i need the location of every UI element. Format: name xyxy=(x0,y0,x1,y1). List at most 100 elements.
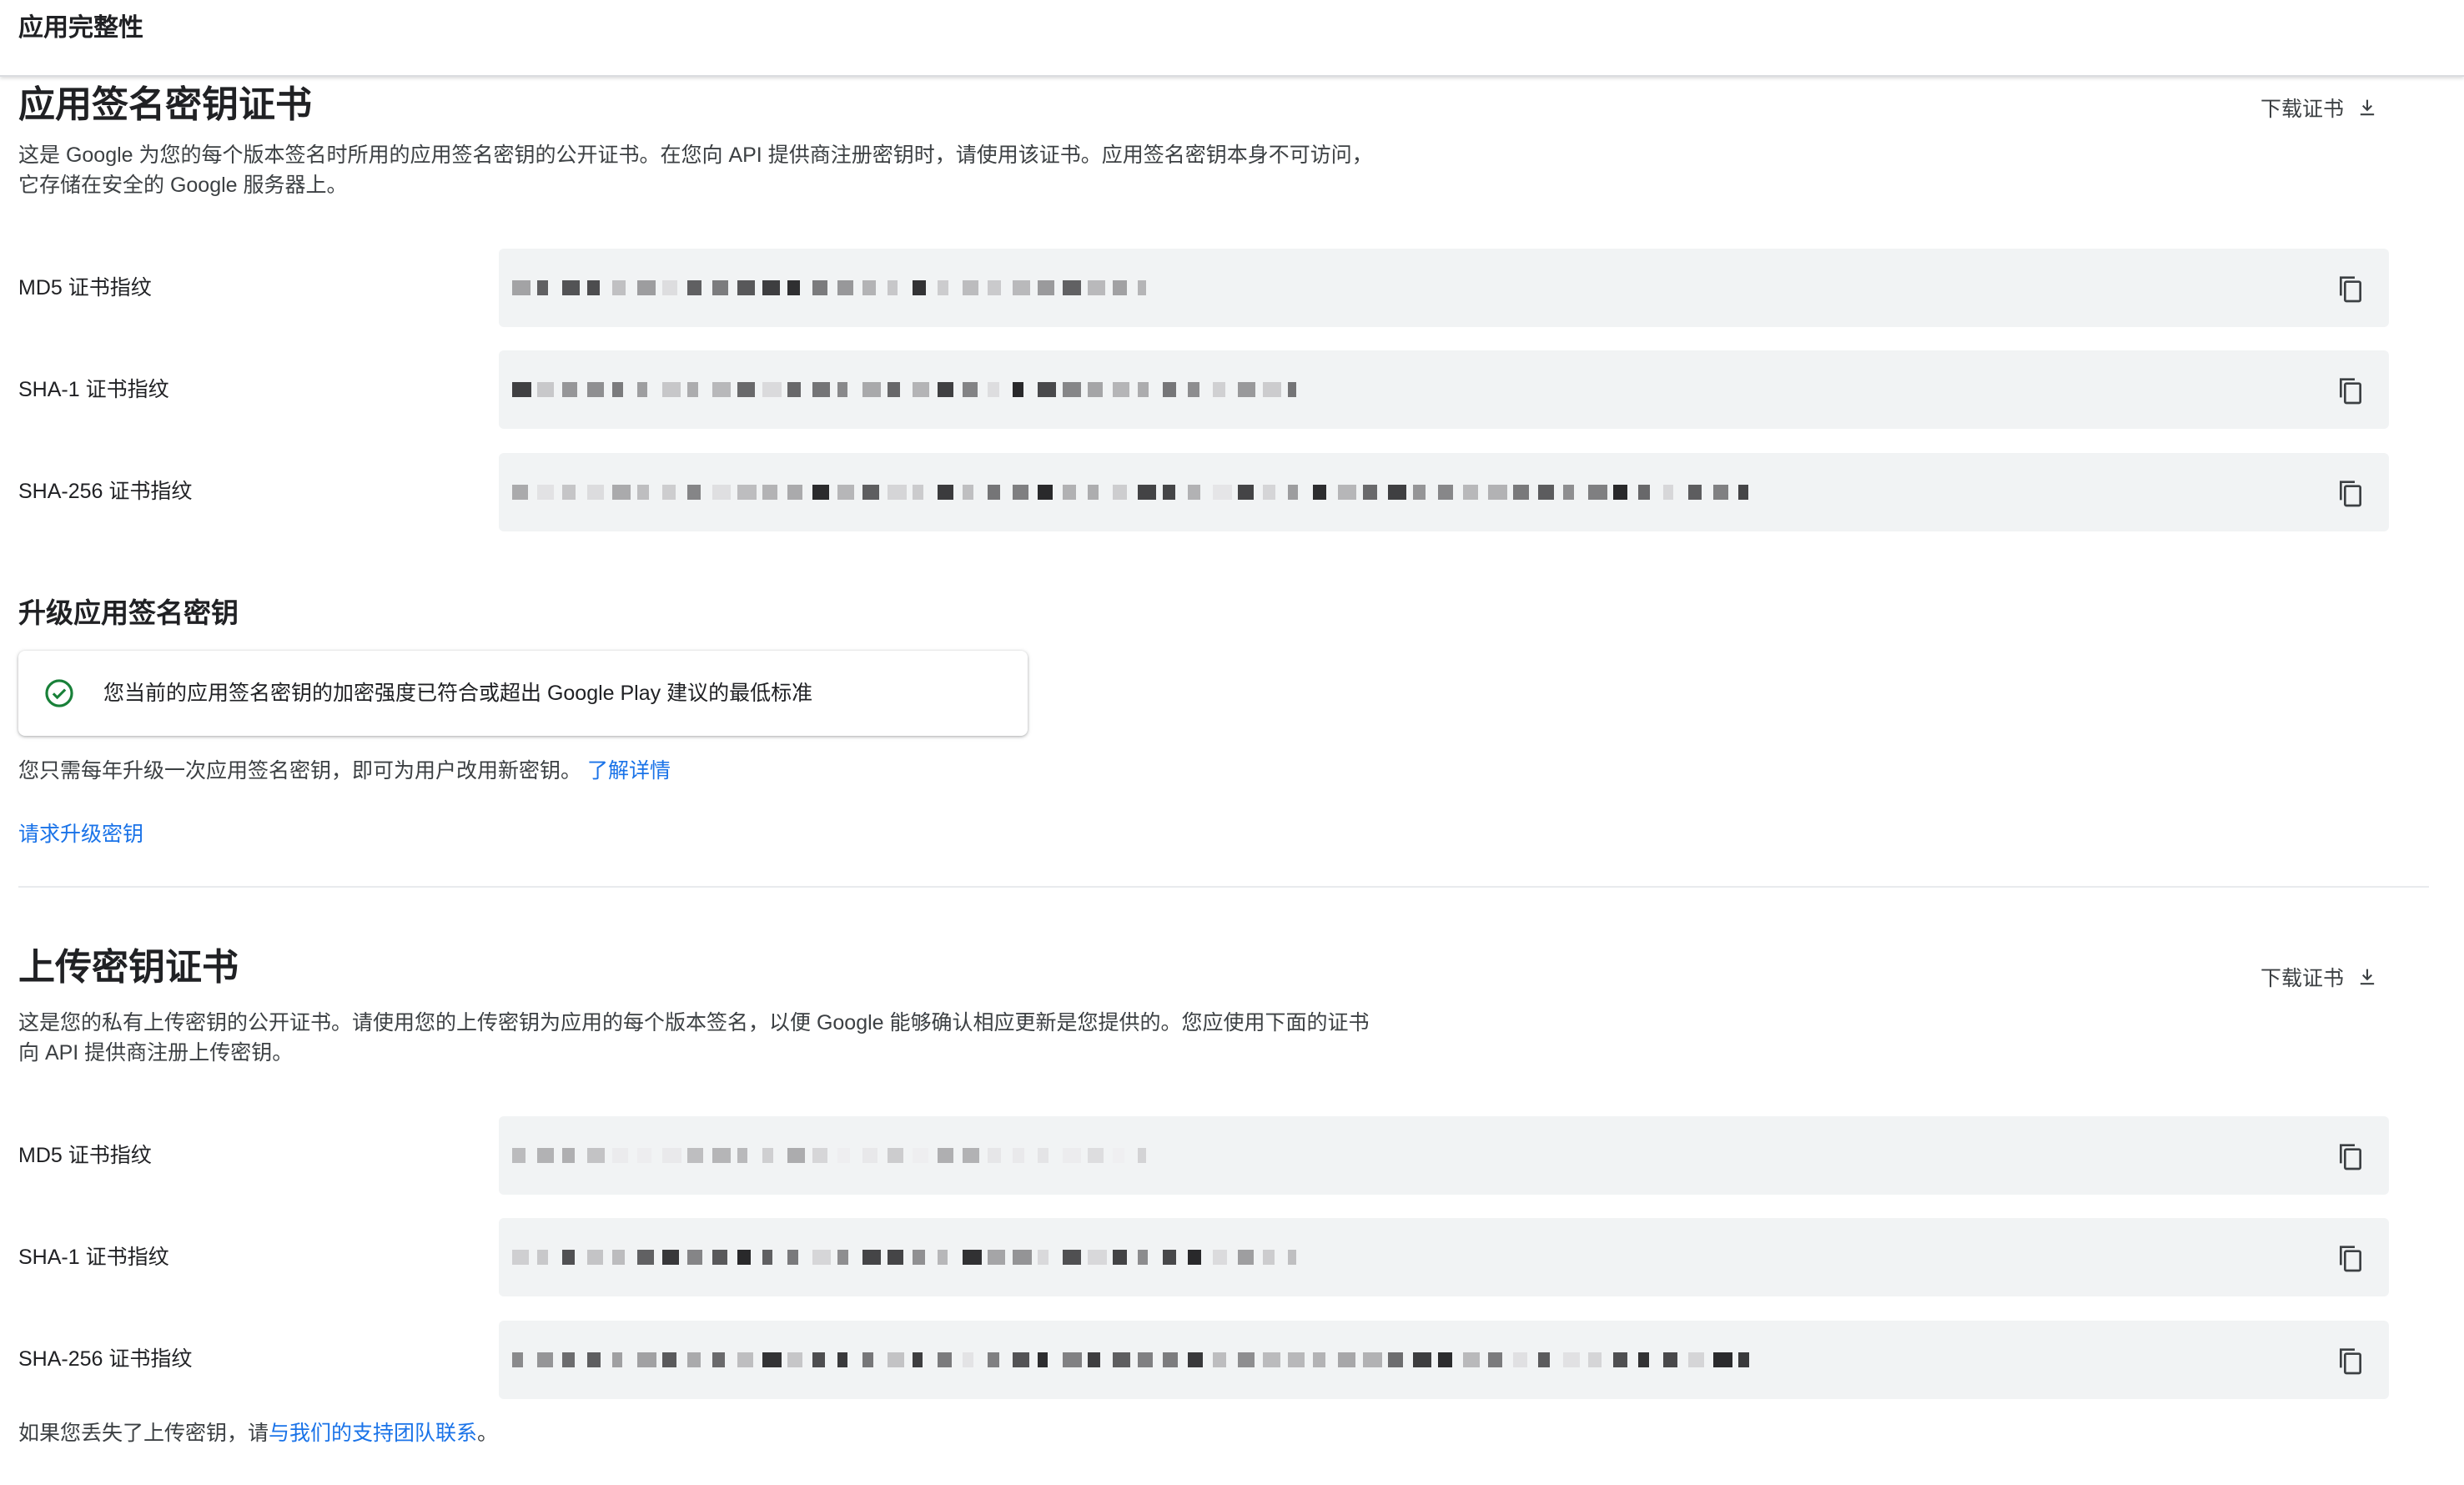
redaction-block xyxy=(562,1250,575,1265)
upgrade-info-text: 您只需每年升级一次应用签名密钥，即可为用户改用新密钥。 xyxy=(18,759,582,783)
download-icon xyxy=(2360,99,2375,116)
redaction-block xyxy=(1063,485,1076,500)
redaction-block xyxy=(888,1250,903,1265)
redaction-block xyxy=(537,485,554,500)
redaction-block xyxy=(837,485,854,500)
redaction-block xyxy=(913,1148,928,1163)
learn-more-link[interactable]: 了解详情 xyxy=(587,759,671,783)
upload-sha1-field[interactable] xyxy=(499,1218,2389,1296)
redaction-block xyxy=(988,1250,1005,1265)
redaction-block xyxy=(837,1250,848,1265)
redaction-block xyxy=(662,1250,679,1265)
copy-app-sha256-button[interactable] xyxy=(2334,476,2367,510)
redaction-block xyxy=(862,382,881,397)
redaction-block xyxy=(1113,382,1129,397)
redaction-block xyxy=(1138,1352,1153,1367)
redaction-block xyxy=(888,485,907,500)
redaction-block xyxy=(712,280,728,295)
copy-app-md5-button[interactable] xyxy=(2334,272,2367,305)
redaction-block xyxy=(1563,485,1574,500)
copy-icon xyxy=(2340,1246,2361,1272)
copy-upload-sha256-button[interactable] xyxy=(2334,1344,2367,1377)
fingerprint-value-redacted xyxy=(512,478,1763,506)
redaction-block xyxy=(837,280,853,295)
redaction-block xyxy=(737,1352,753,1367)
redaction-block xyxy=(662,280,677,295)
redaction-block xyxy=(1588,485,1607,500)
redaction-block xyxy=(612,382,623,397)
redaction-block xyxy=(1488,1352,1502,1367)
upload-sha1-label: SHA-1 证书指纹 xyxy=(18,1246,169,1269)
redaction-block xyxy=(963,485,973,500)
redaction-block xyxy=(1163,382,1176,397)
redaction-block xyxy=(612,1250,625,1265)
redaction-block xyxy=(587,382,604,397)
upload-key-description: 这是您的私有上传密钥的公开证书。请使用您的上传密钥为应用的每个版本签名，以便 G… xyxy=(18,1011,1370,1065)
lost-key-note: 如果您丢失了上传密钥，请与我们的支持团队联系。 xyxy=(18,1418,498,1448)
redaction-block xyxy=(787,485,802,500)
redaction-block xyxy=(1113,1352,1130,1367)
redaction-block xyxy=(1313,485,1326,500)
app-md5-field[interactable] xyxy=(499,249,2389,327)
redaction-block xyxy=(1413,1352,1431,1367)
redaction-block xyxy=(737,280,755,295)
app-sha1-field[interactable] xyxy=(499,350,2389,429)
redaction-block xyxy=(938,382,953,397)
redaction-block xyxy=(1188,1352,1203,1367)
copy-icon xyxy=(2340,378,2361,405)
redaction-block xyxy=(512,1250,529,1265)
redaction-block xyxy=(712,1352,725,1367)
redaction-block xyxy=(1013,485,1028,500)
copy-upload-md5-button[interactable] xyxy=(2334,1140,2367,1173)
redaction-block xyxy=(1288,382,1296,397)
redaction-block xyxy=(612,280,626,295)
request-upgrade-link[interactable]: 请求升级密钥 xyxy=(18,819,143,849)
redaction-block xyxy=(762,485,777,500)
redaction-block xyxy=(1638,485,1650,500)
app-signing-download-button[interactable]: 下载证书 xyxy=(2249,87,2391,128)
download-label: 下载证书 xyxy=(2260,967,2344,990)
contact-support-link[interactable]: 与我们的支持团队联系 xyxy=(269,1422,477,1445)
redaction-block xyxy=(1088,1148,1104,1163)
redaction-block xyxy=(537,1148,554,1163)
redaction-block xyxy=(812,1148,827,1163)
app-sha256-field[interactable] xyxy=(499,453,2389,531)
copy-icon xyxy=(2340,276,2361,303)
redaction-block xyxy=(988,485,1000,500)
redaction-block xyxy=(1213,1250,1227,1265)
redaction-block xyxy=(837,1148,850,1163)
redaction-block xyxy=(787,1352,802,1367)
redaction-block xyxy=(562,382,577,397)
redaction-block xyxy=(812,485,829,500)
upload-md5-field[interactable] xyxy=(499,1116,2389,1195)
redaction-block xyxy=(1063,1250,1081,1265)
fingerprint-value-redacted xyxy=(512,274,1146,302)
redaction-block xyxy=(1088,382,1103,397)
redaction-block xyxy=(1163,1352,1178,1367)
redaction-block xyxy=(1338,1352,1355,1367)
copy-icon xyxy=(2340,1144,2361,1170)
redaction-block xyxy=(1213,382,1225,397)
redaction-block xyxy=(662,1148,681,1163)
redaction-block xyxy=(587,280,600,295)
copy-app-sha1-button[interactable] xyxy=(2334,374,2367,407)
redaction-block xyxy=(512,382,531,397)
copy-upload-sha1-button[interactable] xyxy=(2334,1241,2367,1275)
redaction-block xyxy=(1463,485,1478,500)
redaction-block xyxy=(1213,485,1232,500)
fingerprint-value-redacted xyxy=(512,375,1296,404)
redaction-block xyxy=(1688,485,1702,500)
upload-key-download-button[interactable]: 下载证书 xyxy=(2249,956,2391,998)
redaction-block xyxy=(1013,280,1030,295)
redaction-block xyxy=(562,1352,575,1367)
status-message: 您当前的应用签名密钥的加密强度已符合或超出 Google Play 建议的最低标… xyxy=(103,682,813,705)
redaction-block xyxy=(637,1148,651,1163)
redaction-block xyxy=(938,280,948,295)
redaction-block xyxy=(637,280,656,295)
redaction-block xyxy=(1038,1250,1048,1265)
redaction-block xyxy=(837,1352,847,1367)
redaction-block xyxy=(637,1352,656,1367)
redaction-block xyxy=(1738,485,1748,500)
upload-sha256-field[interactable] xyxy=(499,1321,2389,1399)
app-sha1-label: SHA-1 证书指纹 xyxy=(18,378,169,401)
